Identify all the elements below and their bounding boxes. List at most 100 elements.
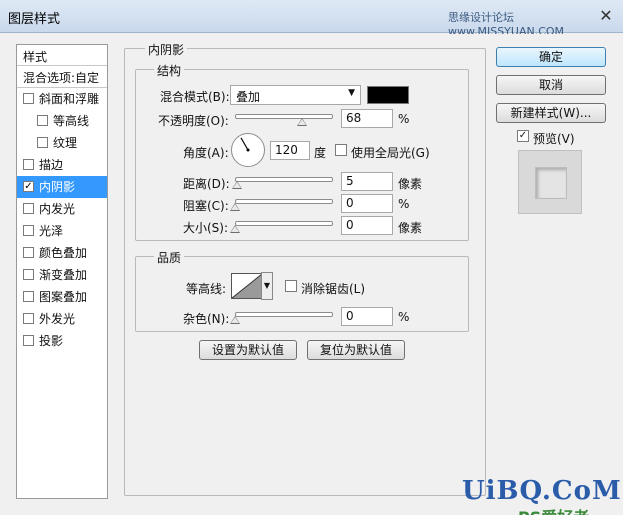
style-checkbox[interactable]: ✓ (23, 181, 34, 192)
blend-mode-value: 叠加 (236, 90, 261, 104)
new-style-button[interactable]: 新建样式(W)... (496, 103, 606, 123)
noise-input[interactable]: 0 (341, 307, 393, 326)
opacity-label: 不透明度(O): (158, 114, 229, 128)
style-list-item[interactable]: ✓ 内阴影 (17, 176, 107, 198)
global-light-label[interactable]: 使用全局光(G) (351, 144, 430, 161)
size-input[interactable]: 0 (341, 216, 393, 235)
distance-slider[interactable] (235, 177, 333, 182)
opacity-unit: % (398, 112, 410, 126)
noise-slider[interactable] (235, 312, 333, 317)
style-checkbox[interactable] (23, 159, 34, 170)
set-default-button[interactable]: 设置为默认值 (199, 340, 297, 360)
style-checkbox[interactable] (37, 115, 48, 126)
style-list-item-label: 斜面和浮雕 (39, 92, 100, 106)
ok-button[interactable]: 确定 (496, 47, 606, 67)
style-list-item-label: 等高线 (53, 114, 90, 128)
angle-dial[interactable] (231, 133, 265, 167)
style-checkbox[interactable] (23, 291, 34, 302)
choke-label: 阻塞(C): (183, 199, 229, 213)
shadow-color-swatch[interactable] (367, 86, 409, 104)
global-light-checkbox[interactable] (335, 144, 347, 156)
style-checkbox[interactable] (23, 247, 34, 258)
blend-options-item[interactable]: 混合选项:自定 (17, 66, 107, 88)
noise-slider-thumb[interactable] (230, 316, 240, 324)
distance-label: 距离(D): (183, 177, 230, 191)
antialias-label[interactable]: 消除锯齿(L) (301, 280, 365, 297)
choke-slider-thumb[interactable] (230, 203, 240, 211)
preview-label[interactable]: 预览(V) (533, 130, 575, 147)
style-list-item[interactable]: 斜面和浮雕 (17, 88, 107, 110)
style-list-item-label: 颜色叠加 (39, 246, 88, 260)
style-list-item[interactable]: 投影 (17, 330, 107, 352)
distance-unit: 像素 (398, 177, 423, 191)
choke-slider[interactable] (235, 199, 333, 204)
angle-label: 角度(A): (183, 146, 229, 160)
title-bar: 图层样式 思缘设计论坛 www.MISSYUAN.COM ✕ (0, 0, 623, 38)
style-list-item[interactable]: 内发光 (17, 198, 107, 220)
opacity-slider[interactable] (235, 114, 333, 119)
contour-label: 等高线: (186, 282, 227, 296)
style-list: 样式 混合选项:自定 斜面和浮雕等高线纹理描边 ✓ 内阴影内发光光泽颜色叠加渐变叠加… (16, 44, 108, 499)
style-checkbox[interactable] (23, 203, 34, 214)
style-list-item[interactable]: 颜色叠加 (17, 242, 107, 264)
antialias-checkbox[interactable] (285, 280, 297, 292)
style-checkbox[interactable] (23, 335, 34, 346)
style-list-item-label: 描边 (39, 158, 64, 172)
chevron-down-icon: ▼ (263, 281, 271, 290)
blend-mode-select[interactable]: 叠加 ▼ (230, 85, 361, 105)
inner-shadow-title: 内阴影 (145, 41, 188, 58)
cancel-button[interactable]: 取消 (496, 75, 606, 95)
style-list-item-label: 纹理 (53, 136, 78, 150)
contour-curve-icon (231, 273, 263, 299)
quality-title: 品质 (154, 249, 185, 266)
style-list-item-label: 光泽 (39, 224, 64, 238)
style-checkbox[interactable] (23, 225, 34, 236)
size-unit: 像素 (398, 221, 423, 235)
size-slider-thumb[interactable] (230, 225, 240, 233)
style-checkbox[interactable] (23, 93, 34, 104)
chevron-down-icon: ▼ (348, 88, 355, 98)
style-list-item-label: 内阴影 (39, 180, 76, 194)
distance-slider-thumb[interactable] (231, 181, 242, 189)
style-list-item-label: 外发光 (39, 312, 76, 326)
style-list-header[interactable]: 样式 (17, 45, 107, 66)
noise-unit: % (398, 310, 410, 324)
style-list-item[interactable]: 图案叠加 (17, 286, 107, 308)
style-list-item[interactable]: 光泽 (17, 220, 107, 242)
style-list-item[interactable]: 等高线 (17, 110, 107, 132)
layer-style-dialog: 样式 混合选项:自定 斜面和浮雕等高线纹理描边 ✓ 内阴影内发光光泽颜色叠加渐变叠加… (6, 34, 617, 515)
angle-dial-needle (240, 137, 250, 152)
watermark-site-logo: UiBQ.CoM (462, 476, 622, 506)
contour-preview[interactable] (231, 273, 263, 299)
style-list-item[interactable]: 纹理 (17, 132, 107, 154)
style-list-item[interactable]: 外发光 (17, 308, 107, 330)
window-title: 图层样式 (8, 12, 61, 27)
style-checkbox[interactable] (23, 313, 34, 324)
style-list-item-label: 图案叠加 (39, 290, 88, 304)
noise-label: 杂色(N): (183, 312, 230, 326)
preview-thumbnail (518, 150, 582, 214)
style-checkbox[interactable] (37, 137, 48, 148)
choke-input[interactable]: 0 (341, 194, 393, 213)
style-list-item-label: 渐变叠加 (39, 268, 88, 282)
size-slider[interactable] (235, 221, 333, 226)
style-list-item[interactable]: 描边 (17, 154, 107, 176)
opacity-slider-thumb[interactable] (296, 118, 307, 126)
angle-unit: 度 (314, 146, 327, 160)
preview-checkbox[interactable]: ✓ (517, 130, 529, 142)
choke-unit: % (398, 197, 410, 211)
style-list-item[interactable]: 渐变叠加 (17, 264, 107, 286)
size-label: 大小(S): (183, 221, 229, 235)
style-list-item-label: 内发光 (39, 202, 76, 216)
style-checkbox[interactable] (23, 269, 34, 280)
preview-shape (535, 167, 567, 199)
distance-input[interactable]: 5 (341, 172, 393, 191)
style-list-item-label: 投影 (39, 334, 64, 348)
close-icon[interactable]: ✕ (596, 6, 616, 26)
reset-default-button[interactable]: 复位为默认值 (307, 340, 405, 360)
blend-mode-label: 混合模式(B): (160, 90, 230, 104)
opacity-input[interactable]: 68 (341, 109, 393, 128)
structure-title: 结构 (154, 62, 185, 79)
contour-dropdown[interactable]: ▼ (261, 272, 273, 300)
angle-input[interactable]: 120 (270, 141, 310, 160)
